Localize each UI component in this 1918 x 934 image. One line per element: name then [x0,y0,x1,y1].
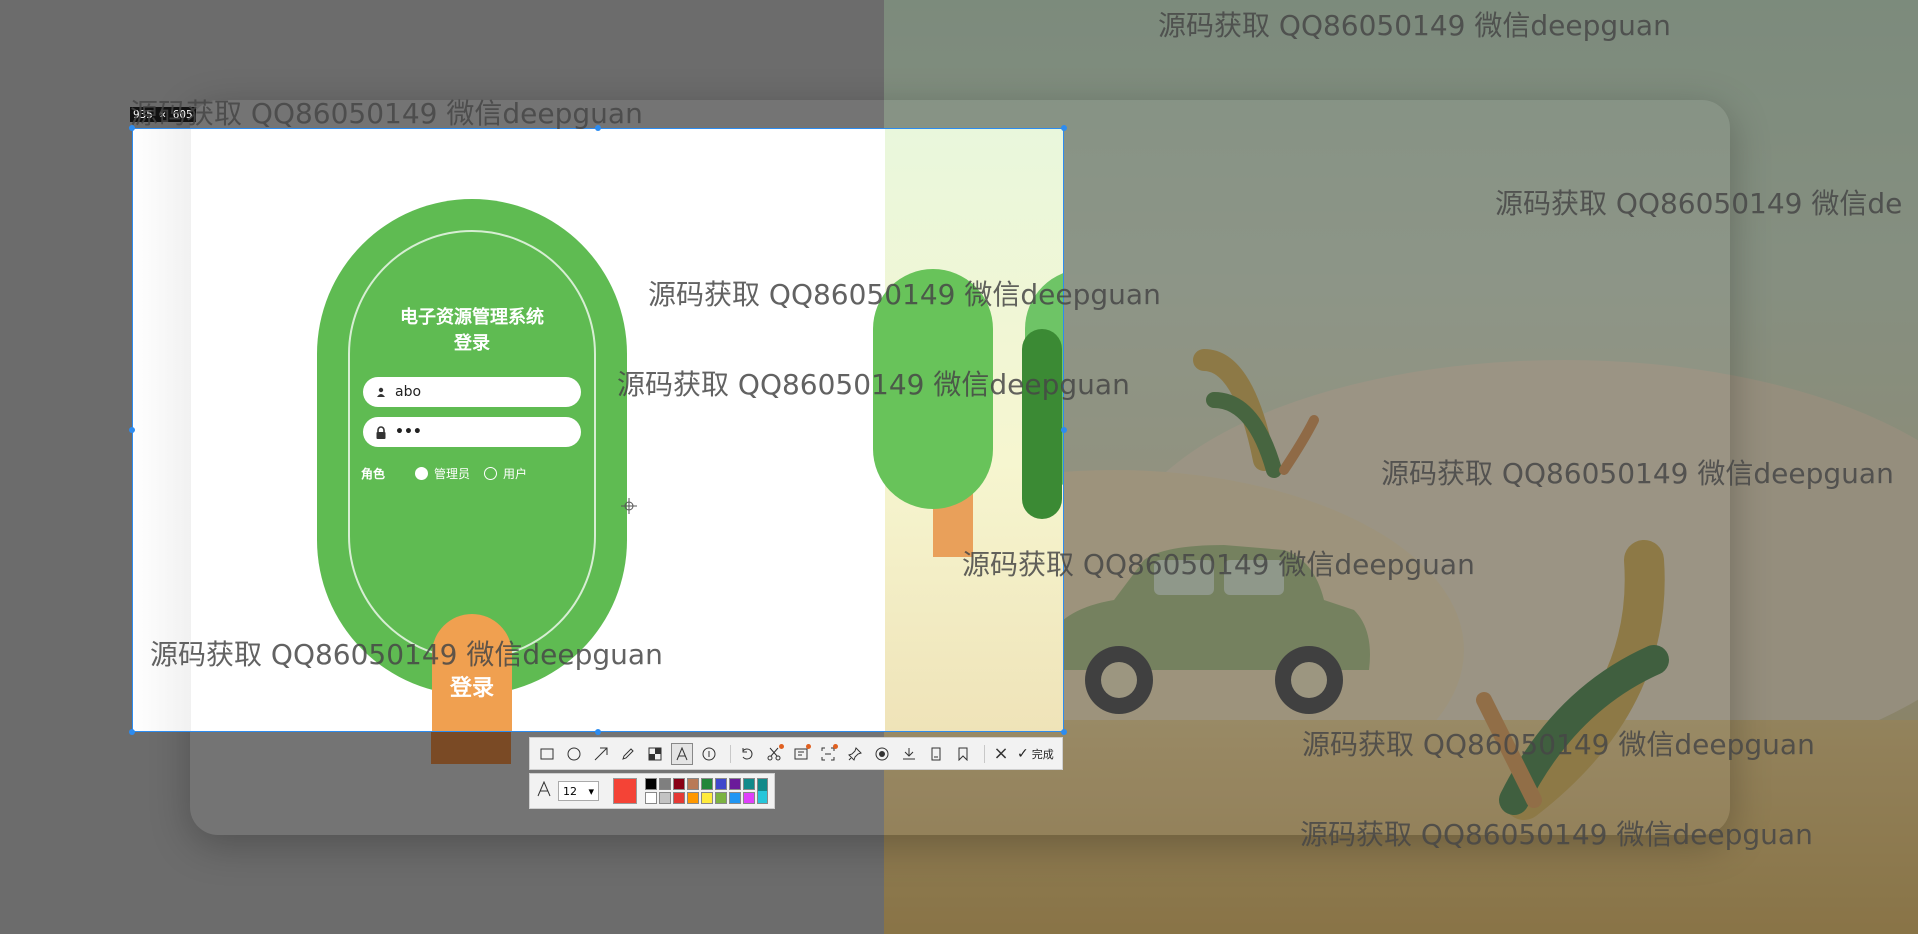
popsicle-stick-outside [431,732,511,764]
mosaic-icon[interactable] [644,743,666,765]
resize-handle[interactable] [129,729,135,735]
watermark: 源码获取 QQ86050149 微信deepguan [150,638,663,671]
color-swatch[interactable] [728,792,741,804]
text-options-toolbar: 12 ▾ [529,773,775,809]
color-swatch[interactable] [700,792,713,804]
color-swatch[interactable] [644,778,657,790]
color-swatch[interactable] [658,778,671,790]
color-swatch[interactable] [728,778,741,790]
watermark: 源码获取 QQ86050149 微信deepguan [130,97,643,130]
color-swatch[interactable] [742,778,755,790]
color-swatch[interactable] [714,792,727,804]
login-title-line2: 登录 [454,333,490,354]
color-swatch[interactable] [658,792,671,804]
scene-preview [873,129,1063,731]
number-icon[interactable] [698,743,720,765]
copy-icon[interactable] [925,743,947,765]
login-title-line1: 电子资源管理系统 [400,307,544,328]
color-swatch[interactable] [714,778,727,790]
lock-icon [373,424,389,440]
chevron-down-icon: ▾ [588,784,594,798]
role-option-admin[interactable]: 管理员 [434,465,470,482]
watermark: 源码获取 QQ86050149 微信deepguan [1158,9,1671,42]
resize-handle[interactable] [129,427,135,433]
color-swatch[interactable] [644,792,657,804]
rectangle-icon[interactable] [536,743,558,765]
watermark: 源码获取 QQ86050149 微信deepguan [1381,457,1894,490]
color-swatch[interactable] [700,778,713,790]
color-palette [644,778,755,804]
username-field[interactable] [363,377,581,407]
password-input[interactable]: ••• [395,424,422,440]
color-swatch[interactable] [686,792,699,804]
resize-handle[interactable] [1061,729,1067,735]
color-swatch[interactable] [686,778,699,790]
watermark: 源码获取 QQ86050149 微信deepguan [1302,728,1815,761]
bookmark-icon[interactable] [952,743,974,765]
login-button[interactable]: 登录 [432,669,512,703]
role-selector: 角色 管理员 用户 [361,463,591,483]
pencil-icon[interactable] [617,743,639,765]
watermark: 源码获取 QQ86050149 微信deepguan [962,548,1475,581]
current-color-swatch[interactable] [613,778,637,804]
resize-handle[interactable] [1061,427,1067,433]
done-label: 完成 [1031,747,1054,761]
font-icon [536,780,552,801]
done-button[interactable]: ✓ 完成 [1017,746,1054,762]
save-icon[interactable] [898,743,920,765]
password-field[interactable]: ••• [363,417,581,447]
role-radio-admin[interactable] [415,466,429,480]
role-option-user[interactable]: 用户 [503,465,527,482]
arrow-icon[interactable] [590,743,612,765]
resize-handle[interactable] [1061,125,1067,131]
color-swatch[interactable] [756,778,768,804]
font-size-select[interactable]: 12 ▾ [558,781,599,801]
color-swatch[interactable] [672,792,685,804]
scroll-capture-icon[interactable] [817,743,839,765]
font-size-value: 12 [563,784,577,798]
watermark: 源码获取 QQ86050149 微信de [1495,187,1903,220]
crosshair-cursor-icon [621,498,637,514]
undo-icon[interactable] [736,743,758,765]
watermark: 源码获取 QQ86050149 微信deepguan [1300,818,1813,851]
watermark: 源码获取 QQ86050149 微信deepguan [648,278,1161,311]
username-input[interactable] [395,384,555,400]
cut-icon[interactable] [763,743,785,765]
ellipse-icon[interactable] [563,743,585,765]
ocr-icon[interactable] [790,743,812,765]
toolbar-separator [984,744,985,763]
toolbar-separator [730,744,731,763]
pin-icon[interactable] [844,743,866,765]
text-icon[interactable] [671,742,693,765]
tree-illustration [1022,329,1062,519]
role-label: 角色 [361,466,386,481]
capture-toolbar: × ✓ 完成 [529,737,1063,770]
resize-handle[interactable] [595,729,601,735]
watermark: 源码获取 QQ86050149 微信deepguan [617,368,1130,401]
user-icon [373,384,389,400]
role-radio-user[interactable] [484,466,498,480]
color-swatch[interactable] [742,792,755,804]
record-icon[interactable] [871,743,893,765]
close-icon[interactable]: × [990,743,1012,765]
color-swatch[interactable] [672,778,685,790]
login-title: 电子资源管理系统 登录 [317,305,627,357]
check-icon: ✓ [1017,745,1029,762]
